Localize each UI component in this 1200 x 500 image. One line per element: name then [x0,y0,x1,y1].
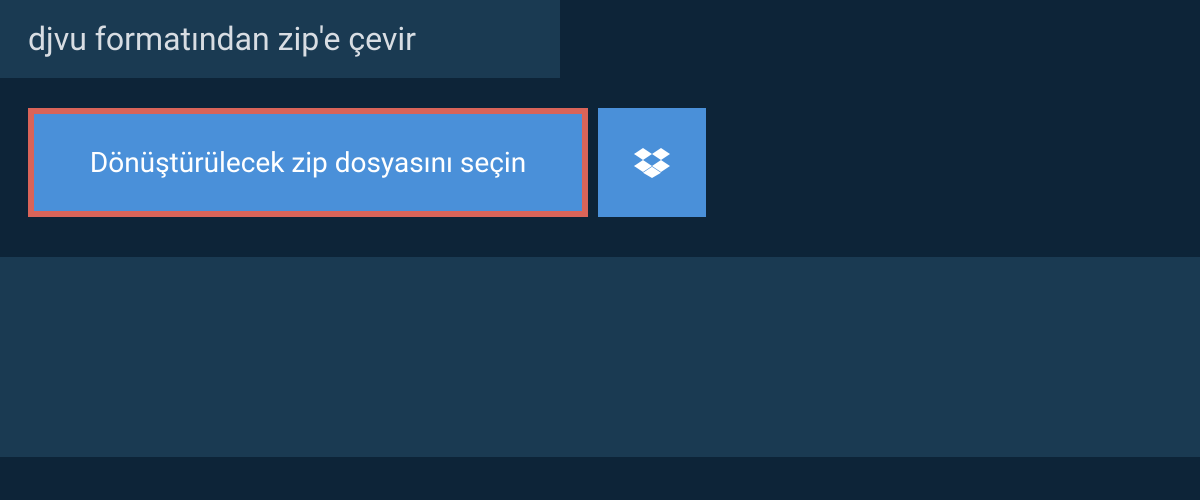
page-title: djvu formatından zip'e çevir [28,20,532,58]
button-row: Dönüştürülecek zip dosyasını seçin [28,108,1172,217]
header-bar: djvu formatından zip'e çevir [0,0,560,78]
select-file-label: Dönüştürülecek zip dosyasını seçin [90,146,526,179]
dropbox-icon [634,145,670,181]
select-file-button[interactable]: Dönüştürülecek zip dosyasını seçin [28,108,588,217]
content-area: Dönüştürülecek zip dosyasını seçin [0,78,1200,257]
bottom-panel [0,257,1200,457]
dropbox-button[interactable] [598,108,706,217]
